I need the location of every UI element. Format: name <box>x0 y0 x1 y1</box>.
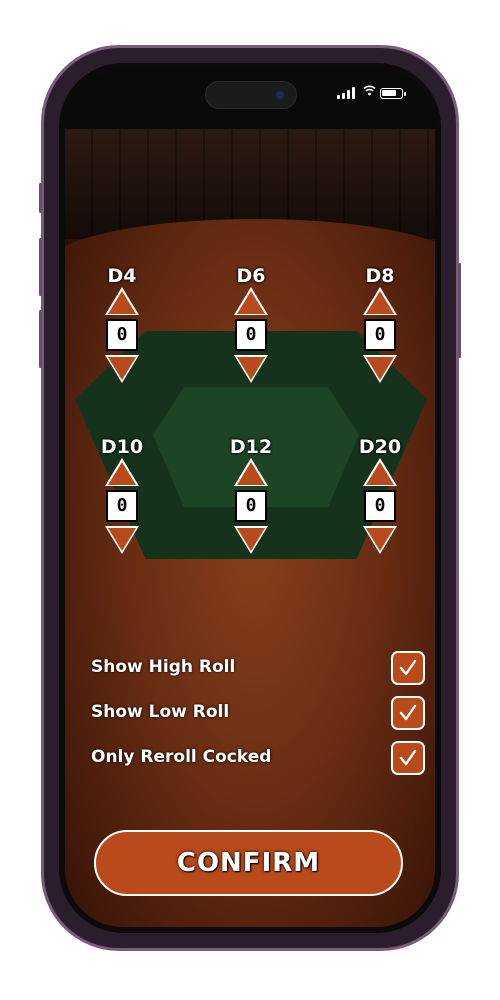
die-selector-d20: D20 0 <box>350 436 410 554</box>
die-selector-d8: D8 0 <box>350 265 410 383</box>
increment-d6-button[interactable] <box>234 287 268 315</box>
decrement-d8-button[interactable] <box>363 355 397 383</box>
die-count-d10: 0 <box>106 490 138 522</box>
die-label: D6 <box>236 265 266 287</box>
die-count-d4: 0 <box>106 319 138 351</box>
increment-d8-button[interactable] <box>363 287 397 315</box>
volume-up-button <box>39 238 42 296</box>
option-label: Show High Roll <box>91 657 236 677</box>
option-show-high-roll: Show High Roll <box>91 651 425 687</box>
die-count-d12: 0 <box>235 490 267 522</box>
decrement-d12-button[interactable] <box>234 526 268 554</box>
cellular-signal-icon <box>337 87 355 99</box>
increment-d10-button[interactable] <box>105 458 139 486</box>
app-screen: D4 0 D6 0 D8 0 D10 0 D12 0 D20 0 Show Hi… <box>65 69 435 927</box>
die-selector-d4: D4 0 <box>92 265 152 383</box>
camera-icon <box>276 91 284 99</box>
checkmark-icon <box>399 749 417 766</box>
decrement-d4-button[interactable] <box>105 355 139 383</box>
option-show-low-roll: Show Low Roll <box>91 696 425 732</box>
wifi-icon <box>363 84 376 101</box>
decrement-d6-button[interactable] <box>234 355 268 383</box>
show-high-roll-checkbox[interactable] <box>391 651 425 685</box>
option-label: Show Low Roll <box>91 702 230 722</box>
die-count-d20: 0 <box>364 490 396 522</box>
option-label: Only Reroll Cocked <box>91 747 272 767</box>
volume-down-button <box>39 310 42 368</box>
die-label: D20 <box>358 436 402 458</box>
die-selector-d10: D10 0 <box>92 436 152 554</box>
decrement-d10-button[interactable] <box>105 526 139 554</box>
die-count-d8: 0 <box>364 319 396 351</box>
action-button <box>39 183 42 213</box>
die-label: D12 <box>229 436 273 458</box>
status-bar <box>65 69 435 129</box>
die-selector-d6: D6 0 <box>221 265 281 383</box>
confirm-button[interactable]: CONFIRM <box>94 830 403 896</box>
checkmark-icon <box>399 659 417 676</box>
die-label: D4 <box>107 265 137 287</box>
power-button <box>458 263 461 358</box>
increment-d20-button[interactable] <box>363 458 397 486</box>
die-selector-d12: D12 0 <box>221 436 281 554</box>
battery-icon <box>380 88 406 99</box>
show-low-roll-checkbox[interactable] <box>391 696 425 730</box>
dynamic-island <box>205 81 297 109</box>
increment-d12-button[interactable] <box>234 458 268 486</box>
option-only-reroll-cocked: Only Reroll Cocked <box>91 741 425 777</box>
phone-bezel: D4 0 D6 0 D8 0 D10 0 D12 0 D20 0 Show Hi… <box>59 63 441 933</box>
only-reroll-cocked-checkbox[interactable] <box>391 741 425 775</box>
increment-d4-button[interactable] <box>105 287 139 315</box>
phone-frame: D4 0 D6 0 D8 0 D10 0 D12 0 D20 0 Show Hi… <box>39 45 461 951</box>
die-label: D8 <box>365 265 395 287</box>
die-count-d6: 0 <box>235 319 267 351</box>
decrement-d20-button[interactable] <box>363 526 397 554</box>
die-label: D10 <box>100 436 144 458</box>
checkmark-icon <box>399 704 417 721</box>
